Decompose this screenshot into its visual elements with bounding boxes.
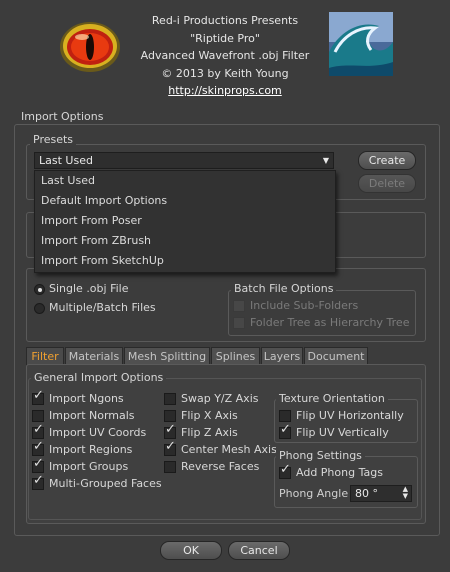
header-credits: Red-i Productions Presents "Riptide Pro"… bbox=[140, 12, 310, 100]
multi-grouped-faces-label: Multi-Grouped Faces bbox=[49, 477, 162, 490]
texture-orientation-legend: Texture Orientation bbox=[276, 392, 388, 405]
import-ngons-checkbox[interactable]: ✓ Import Ngons bbox=[32, 388, 124, 406]
swap-yz-axis-checkbox[interactable]: Swap Y/Z Axis bbox=[164, 391, 258, 406]
tab-layers[interactable]: Layers bbox=[261, 347, 303, 365]
import-groups-checkbox[interactable]: ✓ Import Groups bbox=[32, 456, 129, 474]
add-phong-tags-label: Add Phong Tags bbox=[296, 466, 383, 479]
presets-dropdown-list: Last Used Default Import Options Import … bbox=[34, 170, 336, 273]
flip-uv-horizontal-label: Flip UV Horizontally bbox=[296, 409, 404, 422]
dropdown-item[interactable]: Last Used bbox=[35, 171, 335, 191]
center-mesh-axis-checkbox[interactable]: ✓ Center Mesh Axis bbox=[164, 439, 277, 457]
add-phong-tags-checkbox[interactable]: ✓ Add Phong Tags bbox=[279, 462, 383, 480]
single-obj-label: Single .obj File bbox=[49, 282, 129, 295]
phong-angle-label: Phong Angle bbox=[279, 487, 349, 500]
presets-select[interactable]: Last Used ▼ bbox=[34, 152, 334, 169]
delete-button[interactable]: Delete bbox=[358, 174, 416, 193]
multiple-batch-radio[interactable]: Multiple/Batch Files bbox=[34, 300, 156, 315]
center-mesh-axis-label: Center Mesh Axis bbox=[181, 443, 277, 456]
dropdown-item[interactable]: Default Import Options bbox=[35, 191, 335, 211]
presets-legend: Presets bbox=[30, 133, 77, 146]
flip-z-axis-label: Flip Z Axis bbox=[181, 426, 238, 439]
phong-angle-value: 80 ° bbox=[355, 487, 378, 500]
multi-grouped-faces-checkbox[interactable]: ✓ Multi-Grouped Faces bbox=[32, 473, 162, 491]
import-uv-coords-checkbox[interactable]: ✓ Import UV Coords bbox=[32, 422, 147, 440]
radio-circle bbox=[34, 303, 45, 314]
flip-uv-horizontal-checkbox[interactable]: Flip UV Horizontally bbox=[279, 408, 404, 423]
single-obj-radio[interactable]: Single .obj File bbox=[34, 281, 128, 296]
import-regions-label: Import Regions bbox=[49, 443, 133, 456]
tab-filter[interactable]: Filter bbox=[26, 347, 64, 365]
header-line1: Red-i Productions Presents bbox=[151, 14, 299, 27]
header-line3: Advanced Wavefront .obj Filter bbox=[140, 49, 310, 62]
import-groups-label: Import Groups bbox=[49, 460, 129, 473]
radio-circle bbox=[34, 284, 45, 295]
import-normals-checkbox[interactable]: Import Normals bbox=[32, 408, 135, 423]
stepper-arrows-icon: ▲ ▼ bbox=[402, 485, 408, 500]
import-regions-checkbox[interactable]: ✓ Import Regions bbox=[32, 439, 133, 457]
import-ngons-label: Import Ngons bbox=[49, 392, 124, 405]
import-uv-coords-label: Import UV Coords bbox=[49, 426, 147, 439]
tab-splines[interactable]: Splines bbox=[211, 347, 260, 365]
presets-selected-value: Last Used bbox=[39, 154, 93, 167]
flip-uv-vertical-label: Flip UV Vertically bbox=[296, 426, 389, 439]
dropdown-item[interactable]: Import From SketchUp bbox=[35, 251, 335, 271]
reverse-faces-checkbox[interactable]: Reverse Faces bbox=[164, 459, 259, 474]
flip-z-axis-checkbox[interactable]: ✓ Flip Z Axis bbox=[164, 422, 238, 440]
header-line4: © 2013 by Keith Young bbox=[161, 66, 289, 80]
include-sub-folders-label: Include Sub-Folders bbox=[250, 299, 359, 312]
tab-materials[interactable]: Materials bbox=[65, 347, 123, 365]
header-line2: "Riptide Pro" bbox=[190, 31, 260, 45]
phong-settings-legend: Phong Settings bbox=[276, 449, 365, 462]
folder-tree-label: Folder Tree as Hierarchy Tree bbox=[250, 316, 410, 329]
tab-document[interactable]: Document bbox=[304, 347, 368, 365]
website-link[interactable]: http://skinprops.com bbox=[168, 84, 282, 97]
batch-options-legend: Batch File Options bbox=[231, 282, 337, 295]
flip-uv-vertical-checkbox[interactable]: ✓ Flip UV Vertically bbox=[279, 422, 389, 440]
dropdown-item[interactable]: Import From Poser bbox=[35, 211, 335, 231]
wave-logo bbox=[329, 12, 393, 76]
create-button[interactable]: Create bbox=[358, 151, 416, 170]
import-normals-label: Import Normals bbox=[49, 409, 135, 422]
folder-tree-checkbox[interactable]: Folder Tree as Hierarchy Tree bbox=[233, 315, 409, 330]
flip-x-axis-label: Flip X Axis bbox=[181, 409, 238, 422]
red-eye-logo bbox=[56, 14, 124, 74]
include-sub-folders-checkbox[interactable]: Include Sub-Folders bbox=[233, 298, 358, 313]
multiple-batch-label: Multiple/Batch Files bbox=[49, 301, 156, 314]
cancel-button[interactable]: Cancel bbox=[228, 541, 290, 560]
chevron-down-icon: ▼ bbox=[322, 156, 329, 165]
general-import-options-legend: General Import Options bbox=[31, 371, 167, 384]
tab-mesh-splitting[interactable]: Mesh Splitting bbox=[124, 347, 210, 365]
swap-yz-axis-label: Swap Y/Z Axis bbox=[181, 392, 259, 405]
dropdown-item[interactable]: Import From ZBrush bbox=[35, 231, 335, 251]
ok-button[interactable]: OK bbox=[160, 541, 222, 560]
phong-angle-stepper[interactable]: 80 ° ▲ ▼ bbox=[350, 485, 412, 502]
import-options-legend: Import Options bbox=[18, 110, 107, 123]
flip-x-axis-checkbox[interactable]: Flip X Axis bbox=[164, 408, 238, 423]
reverse-faces-label: Reverse Faces bbox=[181, 460, 260, 473]
